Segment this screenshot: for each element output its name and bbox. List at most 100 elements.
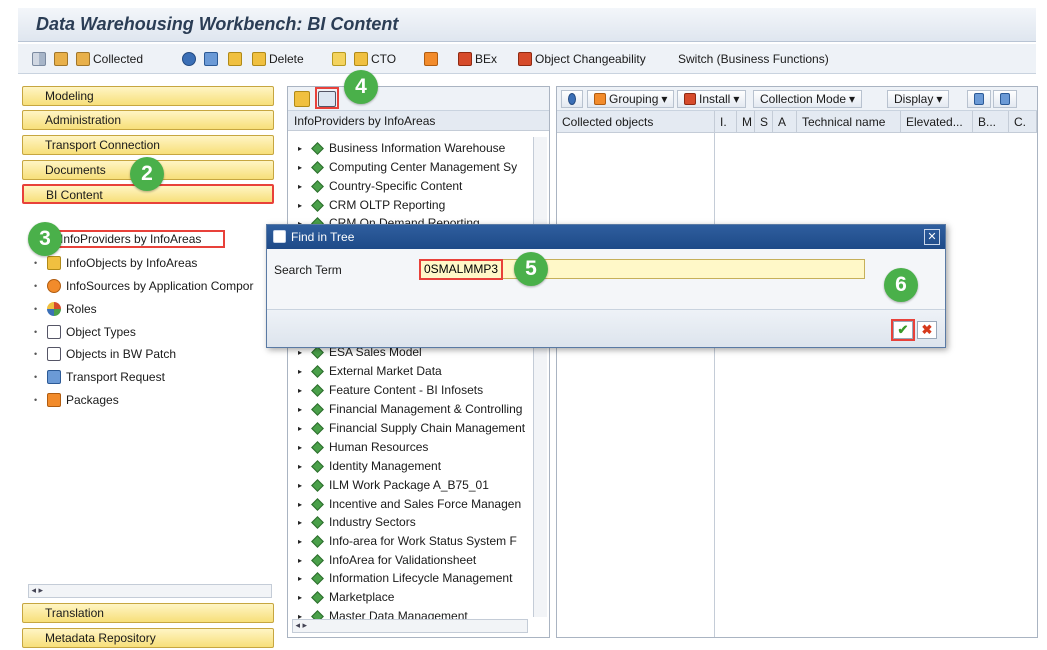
find-button[interactable] [967,90,991,108]
tree-node[interactable]: ▸ Marketplace [298,588,534,606]
bex-button[interactable]: BEx [458,51,497,67]
nav-translation[interactable]: Translation [22,603,274,623]
col-c[interactable]: C. [1009,111,1037,133]
expand-arrow-icon[interactable]: ▸ [298,481,306,490]
tree-node[interactable]: ▸ Country-Specific Content [298,177,534,195]
infoarea-icon [311,160,324,174]
tree-item-label: Object Types [66,325,136,339]
expand-arrow-icon[interactable]: ▸ [298,574,306,583]
col-a[interactable]: A [773,111,797,133]
grouping-button[interactable]: Grouping ▾ [587,90,675,108]
tree-node[interactable]: ▸ ILM Work Package A_B75_01 [298,476,534,494]
tree-node[interactable]: ▸ Info-area for Work Status System F [298,532,534,550]
tree-item-infoproviders[interactable]: InfoProviders by InfoAreas [56,230,226,248]
tree-node[interactable]: ▸ Incentive and Sales Force Managen [298,495,534,513]
binoculars-icon [974,93,984,105]
tree-node[interactable]: ▸ CRM OLTP Reporting [298,196,534,214]
tree-item-packages[interactable]: • Packages [34,391,119,409]
refresh-button[interactable] [182,51,196,67]
monitor-icon [204,52,218,66]
tree-horizontal-scrollbar[interactable]: ◂ ▸ [292,619,528,633]
document-icon [47,347,61,361]
expand-arrow-icon[interactable]: ▸ [298,462,306,471]
infoarea-icon [311,459,324,473]
tree-node[interactable]: ▸ Financial Management & Controlling [298,400,534,418]
bullet-icon: • [34,258,38,268]
cto-button[interactable]: CTO [354,51,396,67]
collected-button[interactable]: Collected [76,51,143,67]
install-button[interactable]: Install ▾ [677,90,747,108]
tree-node[interactable]: ▸ Computing Center Management Sy [298,158,534,176]
expand-arrow-icon[interactable]: ▸ [298,537,306,546]
tree-item-infoobjects[interactable]: • InfoObjects by InfoAreas [34,254,197,272]
expand-arrow-icon[interactable]: ▸ [298,386,306,395]
nav-modeling[interactable]: Modeling [22,86,274,106]
bullet-icon: • [34,349,38,359]
nav-metadata-repository[interactable]: Metadata Repository [22,628,274,648]
grid-button[interactable] [32,51,46,67]
nav-administration[interactable]: Administration [22,110,274,130]
expand-arrow-icon[interactable]: ▸ [298,593,306,602]
expand-arrow-icon[interactable]: ▸ [298,405,306,414]
col-i[interactable]: I. [715,111,737,133]
tree-node[interactable]: ▸ Industry Sectors [298,513,534,531]
tree-vertical-scrollbar[interactable] [533,137,547,617]
nav-transport-connection[interactable]: Transport Connection [22,135,274,155]
tree-node[interactable]: ▸ Financial Supply Chain Management [298,419,534,437]
tree-item-transport-request[interactable]: • Transport Request [34,368,165,386]
infoarea-icon [311,141,324,155]
col-collected-objects[interactable]: Collected objects [557,111,715,133]
expand-arrow-icon[interactable]: ▸ [298,163,306,172]
tree-item-label: InfoProviders by InfoAreas [60,232,202,246]
tree-node[interactable]: ▸ Human Resources [298,438,534,456]
expand-arrow-icon[interactable]: ▸ [298,518,306,527]
col-technical-name[interactable]: Technical name [797,111,901,133]
document-icon [47,325,61,339]
infoarea-icon [311,364,324,378]
tree-node[interactable]: ▸ Feature Content - BI Infosets [298,381,534,399]
monitor-button[interactable] [204,51,218,67]
expand-arrow-icon[interactable]: ▸ [298,556,306,565]
search-term-input[interactable] [419,259,865,279]
transport-button[interactable] [228,51,242,67]
close-icon[interactable]: ✕ [924,229,940,245]
expand-arrow-icon[interactable]: ▸ [298,500,306,509]
refresh-button[interactable] [561,90,583,108]
hierarchy-button[interactable] [54,51,68,67]
tree-node-label: Country-Specific Content [329,179,463,193]
warning-button[interactable] [332,51,346,67]
ok-button[interactable]: ✔ [893,321,913,339]
expand-arrow-icon[interactable]: ▸ [298,424,306,433]
collection-mode-button[interactable]: Collection Mode ▾ [753,90,863,108]
switch-button[interactable]: Switch (Business Functions) [678,51,829,67]
tree-node[interactable]: ▸ InfoArea for Validationsheet [298,551,534,569]
display-button[interactable]: Display ▾ [887,90,950,108]
install-label: Install [699,92,731,106]
left-horizontal-scrollbar[interactable]: ◂ ▸ [28,584,272,598]
expand-arrow-icon[interactable]: ▸ [298,443,306,452]
expand-arrow-icon[interactable]: ▸ [298,348,306,357]
expand-arrow-icon[interactable]: ▸ [298,144,306,153]
col-b[interactable]: B... [973,111,1009,133]
tree-item-roles[interactable]: • Roles [34,300,97,318]
expand-arrow-icon[interactable]: ▸ [298,182,306,191]
tree-node[interactable]: ▸ Business Information Warehouse [298,139,534,157]
tree-node[interactable]: ▸ External Market Data [298,362,534,380]
col-m[interactable]: M [737,111,755,133]
find-binoculars-icon[interactable] [318,91,336,107]
favorite-icon[interactable] [294,91,310,107]
col-s[interactable]: S [755,111,773,133]
tree-item-objects-bw-patch[interactable]: • Objects in BW Patch [34,345,176,363]
orange-tool-button[interactable] [424,51,438,67]
tree-node[interactable]: ▸ Information Lifecycle Management [298,569,534,587]
delete-button[interactable]: Delete [252,51,304,67]
object-changeability-button[interactable]: Object Changeability [518,51,646,67]
tree-item-infosources[interactable]: • InfoSources by Application Compor [34,277,253,295]
tree-item-object-types[interactable]: • Object Types [34,323,136,341]
col-elevated[interactable]: Elevated... [901,111,973,133]
find-next-button[interactable] [993,90,1017,108]
expand-arrow-icon[interactable]: ▸ [298,367,306,376]
cancel-button[interactable]: ✖ [917,321,937,339]
expand-arrow-icon[interactable]: ▸ [298,201,306,210]
tree-node[interactable]: ▸ Identity Management [298,457,534,475]
